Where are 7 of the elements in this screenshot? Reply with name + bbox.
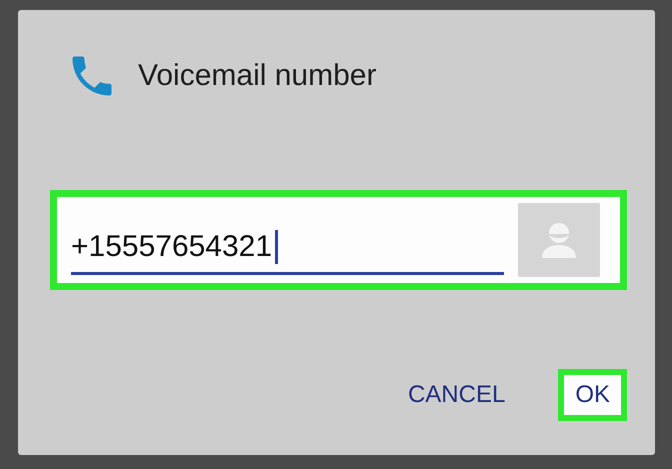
contact-picker-button[interactable] <box>518 203 600 277</box>
ok-button[interactable]: OK <box>558 369 627 421</box>
dialog-title: Voicemail number <box>138 59 376 93</box>
text-cursor <box>275 230 278 264</box>
cancel-button[interactable]: CANCEL <box>390 369 522 421</box>
number-value: +15557654321 <box>71 230 272 264</box>
number-field[interactable]: +15557654321 <box>50 190 627 290</box>
